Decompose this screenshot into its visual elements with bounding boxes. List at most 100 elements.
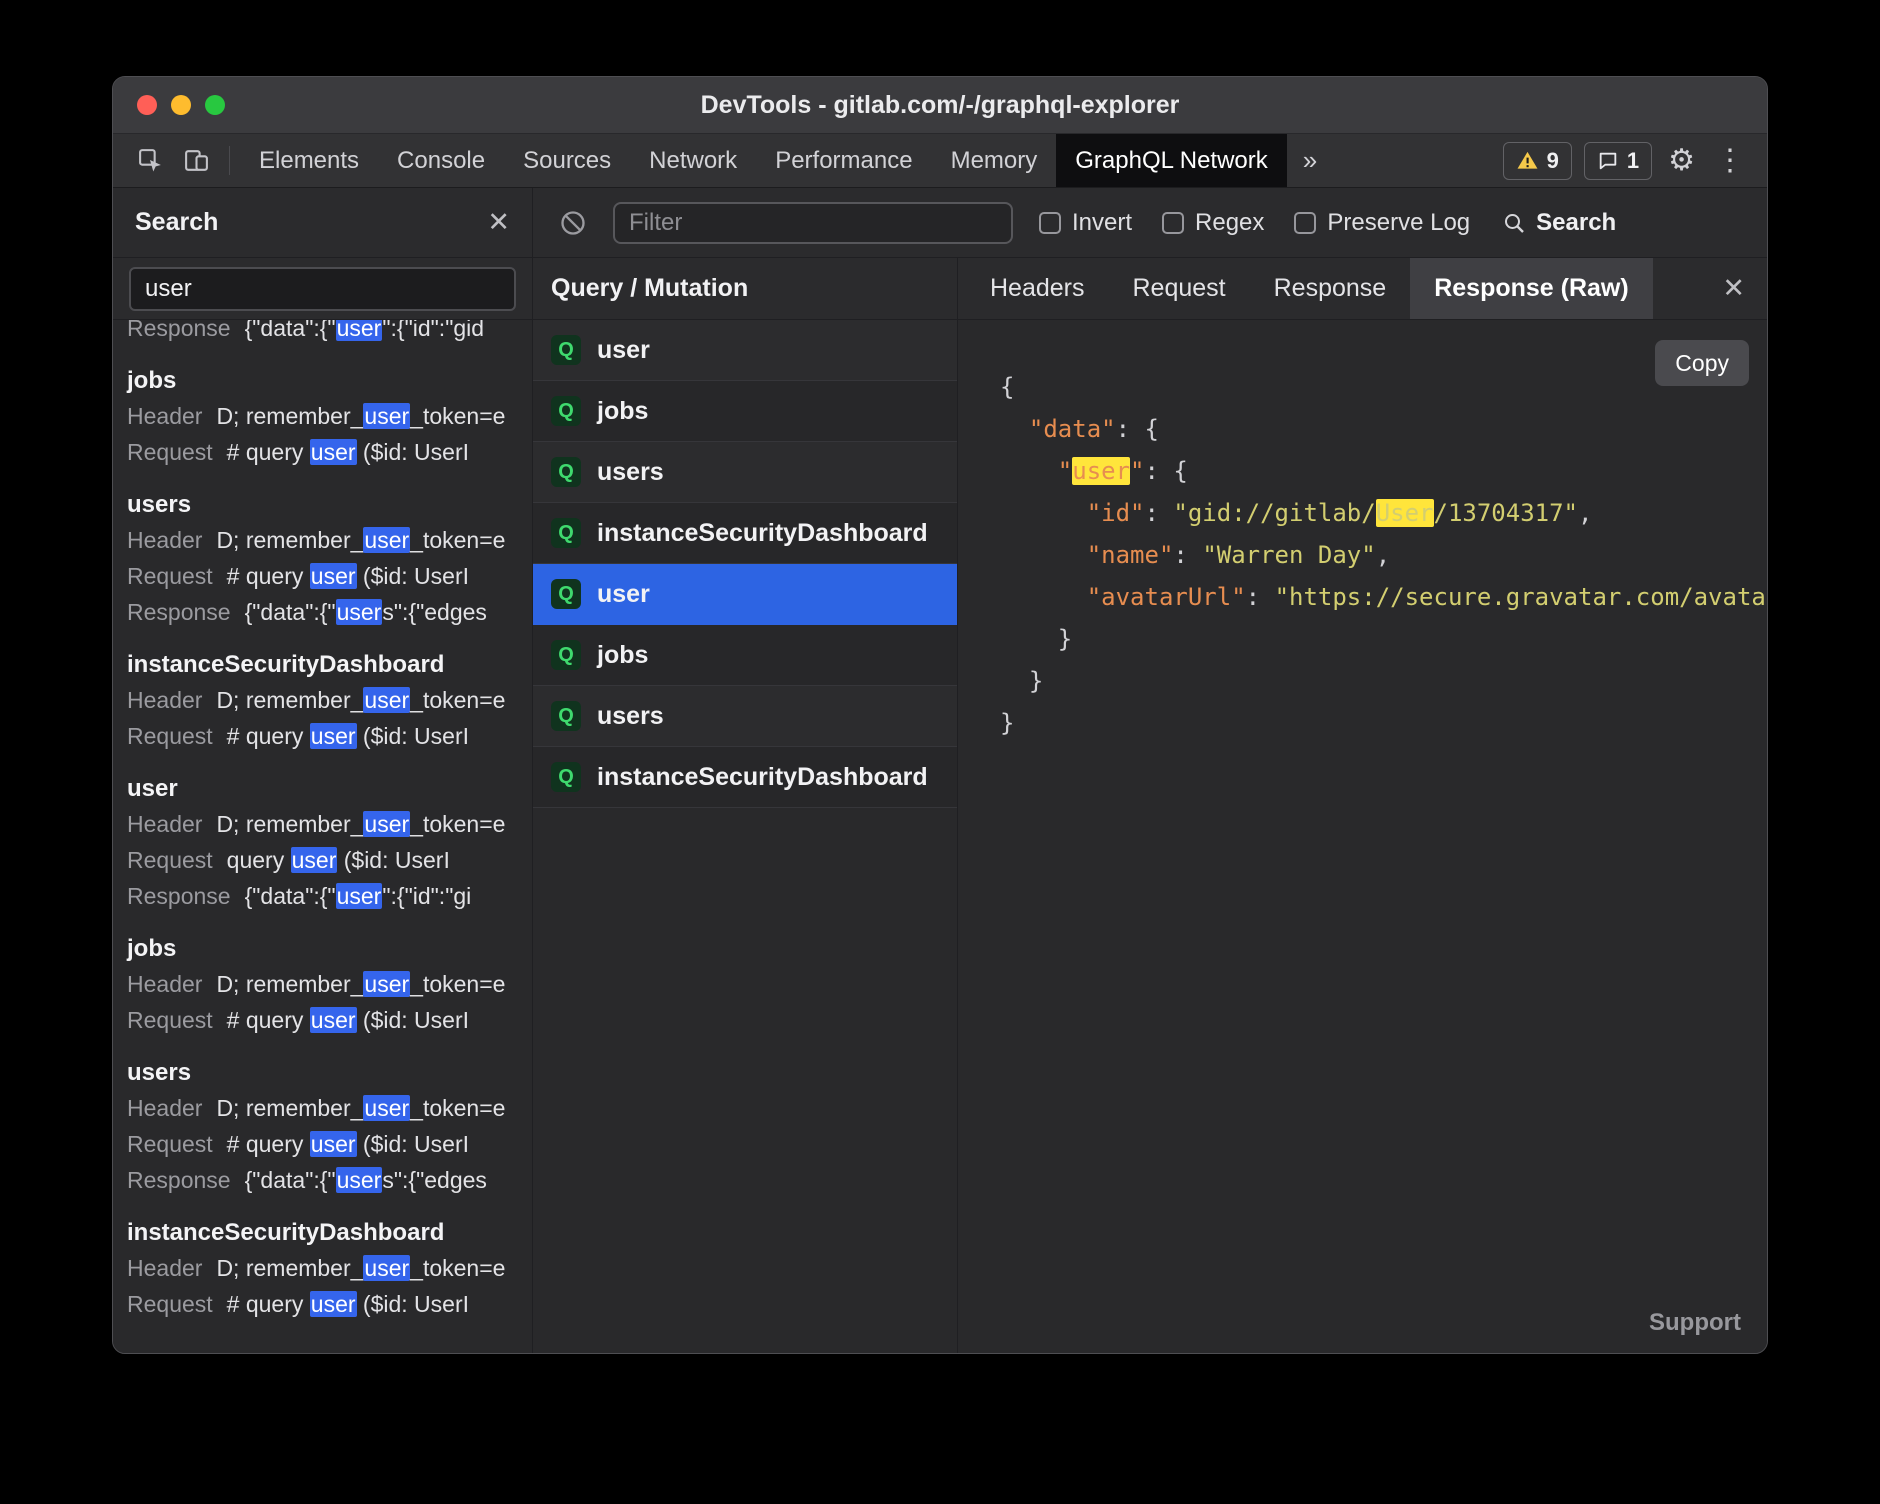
toolbar-search-button[interactable]: Search xyxy=(1502,209,1616,237)
search-result-line[interactable]: Request# query user ($id: UserI xyxy=(127,434,532,470)
search-result-line[interactable]: HeaderD; remember_user_token=e xyxy=(127,398,532,434)
inspect-element-icon[interactable] xyxy=(127,134,173,187)
toolbar-checkboxes: Invert Regex Preserve Log xyxy=(1039,209,1470,237)
devtools-tab-memory[interactable]: Memory xyxy=(932,134,1057,187)
filter-input[interactable] xyxy=(613,202,1013,244)
minimize-window-button[interactable] xyxy=(171,95,191,115)
result-line-content: D; remember_user_token=e xyxy=(216,1095,505,1121)
more-tabs-chevron[interactable]: » xyxy=(1287,134,1333,187)
search-input-row xyxy=(113,258,533,319)
zoom-window-button[interactable] xyxy=(205,95,225,115)
query-item-user[interactable]: Quser xyxy=(533,320,957,381)
search-match-highlight: user xyxy=(336,883,383,909)
query-item-jobs[interactable]: Qjobs xyxy=(533,625,957,686)
checkbox-invert[interactable]: Invert xyxy=(1039,209,1132,237)
search-result-group-title[interactable]: user xyxy=(127,772,532,806)
result-line-label: Request xyxy=(127,723,213,749)
search-result-group-title[interactable]: users xyxy=(127,488,532,522)
query-type-badge: Q xyxy=(551,335,581,365)
window-title: DevTools - gitlab.com/-/graphql-explorer xyxy=(701,91,1180,120)
search-result-line[interactable]: Response{"data":{"users":{"edges xyxy=(127,594,532,630)
detail-tab-headers[interactable]: Headers xyxy=(966,258,1109,319)
devtools-tab-sources[interactable]: Sources xyxy=(504,134,630,187)
query-item-users[interactable]: Qusers xyxy=(533,442,957,503)
close-search-icon[interactable]: ✕ xyxy=(487,209,510,236)
warning-icon xyxy=(1516,149,1539,172)
json-code-line: } xyxy=(1000,660,1767,702)
search-result-group-title[interactable]: jobs xyxy=(127,932,532,966)
search-result-group-title[interactable]: users xyxy=(127,1056,532,1090)
close-window-button[interactable] xyxy=(137,95,157,115)
search-result-line[interactable]: Request# query user ($id: UserI xyxy=(127,558,532,594)
search-result-line[interactable]: Request# query user ($id: UserI xyxy=(127,1126,532,1162)
checkbox-box-invert[interactable] xyxy=(1039,212,1061,234)
query-item-label: instanceSecurityDashboard xyxy=(597,763,928,792)
json-code-line: { xyxy=(1000,366,1767,408)
checkbox-box-preserve-log[interactable] xyxy=(1294,212,1316,234)
search-result-line[interactable]: HeaderD; remember_user_token=e xyxy=(127,966,532,1002)
search-match-highlight: user xyxy=(336,1167,383,1193)
result-line-label: Header xyxy=(127,527,202,553)
content-body: Response{"data":{"user":{"id":"gidjobsHe… xyxy=(113,320,1767,1354)
device-toolbar-icon[interactable] xyxy=(173,134,219,187)
query-item-instancesecuritydashboard[interactable]: QinstanceSecurityDashboard xyxy=(533,503,957,564)
search-result-line[interactable]: Response{"data":{"user":{"id":"gi xyxy=(127,878,532,914)
result-line-content: D; remember_user_token=e xyxy=(216,971,505,997)
tabbar-divider xyxy=(229,146,230,175)
result-line-content: D; remember_user_token=e xyxy=(216,527,505,553)
query-item-label: jobs xyxy=(597,397,648,426)
traffic-lights xyxy=(137,77,225,133)
query-item-label: user xyxy=(597,336,650,365)
search-result-group: jobsHeaderD; remember_user_token=eReques… xyxy=(127,364,532,470)
detail-tab-response-raw[interactable]: Response (Raw) xyxy=(1410,258,1652,319)
result-line-content: # query user ($id: UserI xyxy=(227,723,469,749)
query-item-user[interactable]: Quser xyxy=(533,564,957,625)
search-result-group: jobsHeaderD; remember_user_token=eReques… xyxy=(127,932,532,1038)
search-result-line[interactable]: Response{"data":{"users":{"edges xyxy=(127,1162,532,1198)
detail-tab-response[interactable]: Response xyxy=(1250,258,1411,319)
settings-gear-icon[interactable]: ⚙ xyxy=(1664,143,1699,178)
search-result-line[interactable]: Request # query user ($id: UserI xyxy=(127,718,532,754)
search-match-highlight: user xyxy=(310,1291,357,1317)
search-result-line[interactable]: HeaderD; remember_user_token=e xyxy=(127,806,532,842)
search-result-line[interactable]: Request# query user ($id: UserI xyxy=(127,1286,532,1322)
search-result-line[interactable]: Request# query user ($id: UserI xyxy=(127,1002,532,1038)
search-result-group-title[interactable]: jobs xyxy=(127,364,532,398)
close-detail-icon[interactable]: ✕ xyxy=(1722,275,1767,302)
tab-strip: ElementsConsoleSourcesNetworkPerformance… xyxy=(240,134,1287,187)
kebab-menu-icon[interactable]: ⋮ xyxy=(1711,143,1749,178)
devtools-tab-performance[interactable]: Performance xyxy=(756,134,931,187)
checkbox-preserve-log[interactable]: Preserve Log xyxy=(1294,209,1470,237)
checkbox-box-regex[interactable] xyxy=(1162,212,1184,234)
search-match-highlight: user xyxy=(310,563,357,589)
titlebar[interactable]: DevTools - gitlab.com/-/graphql-explorer xyxy=(113,77,1767,134)
search-result-line[interactable]: HeaderD; remember_user_token=e xyxy=(127,682,532,718)
devtools-tab-console[interactable]: Console xyxy=(378,134,504,187)
devtools-tab-graphql-network[interactable]: GraphQL Network xyxy=(1056,134,1287,187)
query-item-users[interactable]: Qusers xyxy=(533,686,957,747)
checkbox-regex[interactable]: Regex xyxy=(1162,209,1264,237)
search-result-line[interactable]: Requestquery user ($id: UserI xyxy=(127,842,532,878)
search-result-line[interactable]: Response{"data":{"user":{"id":"gid xyxy=(127,320,532,346)
search-result-line[interactable]: HeaderD; remember_user_token=e xyxy=(127,1090,532,1126)
devtools-tab-network[interactable]: Network xyxy=(630,134,756,187)
copy-button[interactable]: Copy xyxy=(1655,340,1749,386)
query-type-badge: Q xyxy=(551,457,581,487)
raw-response-json[interactable]: { "data": { "user": { "id": "gid://gitla… xyxy=(958,320,1767,744)
support-link[interactable]: Support xyxy=(1649,1309,1741,1337)
messages-badge[interactable]: 1 xyxy=(1584,142,1652,180)
search-result-group-title[interactable]: instanceSecurityDashboard xyxy=(127,1216,532,1250)
warnings-badge[interactable]: 9 xyxy=(1503,142,1572,180)
search-result-group-title[interactable]: instanceSecurityDashboard xyxy=(127,648,532,682)
toolbar-search-label: Search xyxy=(1536,209,1616,237)
query-item-jobs[interactable]: Qjobs xyxy=(533,381,957,442)
search-result-line[interactable]: Header D; remember_user_token=e xyxy=(127,522,532,558)
clear-icon[interactable] xyxy=(559,209,587,237)
devtools-tab-elements[interactable]: Elements xyxy=(240,134,378,187)
query-item-instancesecuritydashboard[interactable]: QinstanceSecurityDashboard xyxy=(533,747,957,808)
search-match-highlight: user xyxy=(310,1007,357,1033)
result-line-content: {"data":{"users":{"edges xyxy=(245,599,487,625)
detail-tab-request[interactable]: Request xyxy=(1109,258,1250,319)
search-result-line[interactable]: HeaderD; remember_user_token=e xyxy=(127,1250,532,1286)
search-input[interactable] xyxy=(129,267,516,311)
